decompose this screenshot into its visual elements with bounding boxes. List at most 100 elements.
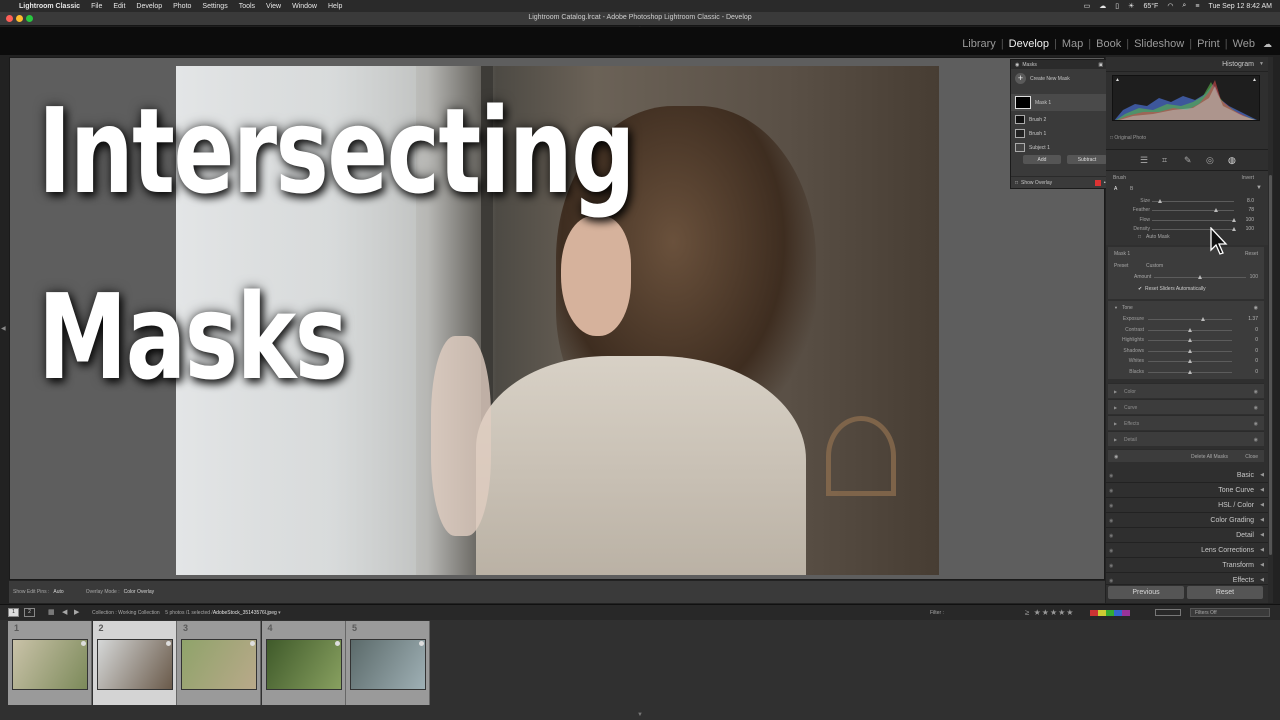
brush-b-button[interactable]: B [1130,186,1133,192]
module-web[interactable]: Web [1233,38,1255,50]
slider-knob[interactable] [1232,227,1236,231]
left-panel-toggle-icon[interactable]: ◀ [1,325,6,332]
slider-knob[interactable] [1158,199,1163,203]
transform-section[interactable]: ◉ Transform ◀ [1106,558,1268,573]
color-label-filter[interactable] [1090,610,1130,616]
menu-view[interactable]: View [266,3,281,10]
eye-icon[interactable]: ◉ [1109,563,1113,569]
red-eye-icon[interactable]: ◎ [1206,155,1214,166]
thumb-image[interactable] [96,639,173,690]
menu-develop[interactable]: Develop [136,3,162,10]
secondary-window-button[interactable]: 2 [24,608,35,617]
tone-slider-exposure[interactable]: Exposure 1.37 [1108,315,1264,324]
filmstrip-thumb-2[interactable]: 2 [92,621,177,705]
add-button[interactable]: Add [1023,155,1061,164]
eye-icon[interactable]: ◉ [1109,578,1113,584]
menu-window[interactable]: Window [292,3,317,10]
brush-2-thumbnail[interactable] [1015,115,1025,124]
amount-slider-knob[interactable] [1198,275,1202,279]
brush-1-item[interactable]: Brush 1 [1029,131,1046,137]
eye-icon[interactable]: ◉ [1109,533,1113,539]
effects-section[interactable]: ◉ Effects ◀ [1106,573,1268,585]
tone-triangle-icon[interactable]: ▼ [1114,305,1118,310]
slider-value[interactable]: 0 [1255,369,1258,375]
hsl-color-section[interactable]: ◉ HSL / Color ◀ [1106,498,1268,513]
filmstrip-thumb-3[interactable]: 3 [177,621,261,705]
expand-triangle-icon[interactable]: ◀ [1260,562,1264,568]
eye-icon[interactable]: ◉ [1109,548,1113,554]
slider-track[interactable] [1152,201,1234,202]
filmstrip-source-info[interactable]: Collection : Working Collection 5 photos… [92,610,281,616]
slider-knob[interactable] [1213,208,1218,212]
expand-triangle-icon[interactable]: ◀ [1260,517,1264,523]
mask-reset-button[interactable]: Reset [1245,251,1258,257]
back-arrow-icon[interactable]: ◀ [62,608,67,616]
slider-value[interactable]: 8.0 [1247,198,1254,204]
filmstrip-thumb-5[interactable]: 5 [346,621,430,705]
histogram-header[interactable]: Histogram ▼ [1106,57,1268,72]
collection-source[interactable]: Collection : Working Collection [92,610,160,616]
color-grading-section[interactable]: ◉ Color Grading ◀ [1106,513,1268,528]
color-section[interactable]: ▶ Color ◉ [1108,383,1264,398]
tone-slider-blacks[interactable]: Blacks 0 [1108,368,1264,377]
brush-tip-icon[interactable]: ▼ [1256,185,1262,191]
menu-help[interactable]: Help [328,3,342,10]
slider-track[interactable] [1148,319,1232,320]
detail-section[interactable]: ◉ Detail ◀ [1106,528,1268,543]
expand-triangle-icon[interactable]: ▶ [1114,405,1117,410]
slider-value[interactable]: 78 [1248,207,1254,213]
app-menu[interactable]: Lightroom Classic [19,3,80,10]
menu-file[interactable]: File [91,3,102,10]
primary-window-button[interactable]: 1 [8,608,19,617]
module-book[interactable]: Book [1096,38,1121,50]
detail-mask-section[interactable]: ▶ Detail ◉ [1108,431,1264,446]
brush-slider-density[interactable]: Density 100 [1106,225,1268,234]
battery-icon[interactable]: ▯ [1115,2,1119,10]
module-develop[interactable]: Develop [1009,38,1049,50]
search-icon[interactable]: ⌕ [1182,2,1186,10]
right-panel-scrollbar[interactable] [1268,57,1273,603]
masks-panel[interactable]: ◉ Masks ▣ × + Create New Mask Mask 1 Bru… [1010,59,1114,189]
slider-knob[interactable] [1188,369,1192,374]
mask-thumbnail[interactable] [1015,96,1031,109]
crop-icon[interactable]: ⌗ [1162,155,1167,166]
lens-corrections-section[interactable]: ◉ Lens Corrections ◀ [1106,543,1268,558]
menu-tools[interactable]: Tools [239,3,255,10]
tone-slider-highlights[interactable]: Highlights 0 [1108,336,1264,345]
collapse-icon[interactable]: ▣ [1098,62,1103,68]
rating-filter-stars[interactable]: ≥ ★★★★★ [1025,608,1074,617]
show-edit-pins-select[interactable]: Auto [53,589,63,595]
wifi-icon[interactable]: ◠ [1167,2,1173,10]
expand-triangle-icon[interactable]: ▶ [1114,437,1117,442]
plus-icon[interactable]: + [1015,73,1026,84]
expand-triangle-icon[interactable]: ▶ [1114,389,1117,394]
slider-value[interactable]: 0 [1255,348,1258,354]
camera-icon[interactable]: ▭ [1084,2,1091,10]
brush-slider-size[interactable]: Size 8.0 [1106,197,1268,206]
eye-icon[interactable]: ◉ [1109,503,1113,509]
tone-slider-contrast[interactable]: Contrast 0 [1108,326,1264,335]
eye-icon[interactable]: ◉ [1254,389,1258,395]
overlay-mode-select[interactable]: Color Overlay [124,589,155,595]
mask-1-item[interactable]: Mask 1 [1035,100,1051,106]
close-masks-button[interactable]: Close [1245,454,1258,460]
brush-slider-flow[interactable]: Flow 100 [1106,216,1268,225]
original-photo-toggle[interactable]: □ Original Photo [1110,135,1146,141]
slider-value[interactable]: 100 [1246,226,1254,232]
delete-all-masks-button[interactable]: Delete All Masks [1191,454,1228,460]
bottom-panel-toggle-icon[interactable]: ▼ [637,712,643,718]
create-new-mask-button[interactable]: Create New Mask [1030,76,1070,82]
histogram[interactable]: ▲ ▲ [1112,75,1260,121]
clock-label[interactable]: Tue Sep 12 8:42 AM [1208,3,1272,10]
eye-icon[interactable]: ◉ [1254,421,1258,427]
cloud-icon[interactable]: ☁ [1099,2,1106,10]
eye-icon[interactable]: ◉ [1109,518,1113,524]
subject-1-item[interactable]: Subject 1 [1029,145,1050,151]
filmstrip-thumb-4[interactable]: 4 [261,621,346,705]
slider-value[interactable]: 0 [1255,358,1258,364]
expand-triangle-icon[interactable]: ▶ [1114,421,1117,426]
slider-value[interactable]: 0 [1255,337,1258,343]
module-print[interactable]: Print [1197,38,1220,50]
auto-mask-checkbox[interactable]: □ [1138,234,1141,240]
subject-1-thumbnail[interactable] [1015,143,1025,152]
